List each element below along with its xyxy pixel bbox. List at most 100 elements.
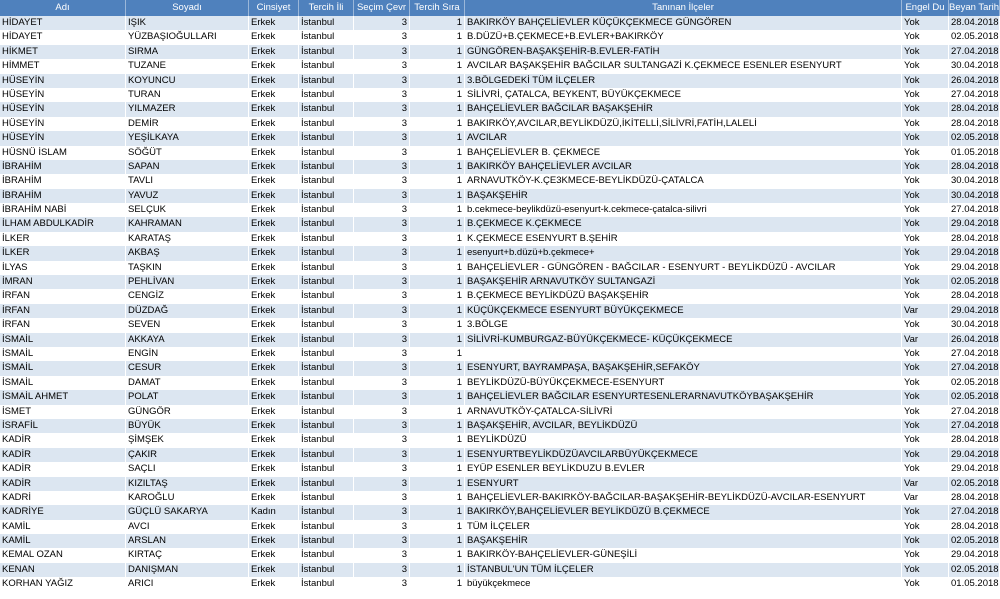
cell-taninan-ilceler[interactable]: GÜNGÖREN-BAŞAKŞEHİR-B.EVLER-FATİH	[465, 44, 902, 60]
cell-beyan-tarihi[interactable]: 27.04.2018	[949, 361, 1000, 376]
cell-secim-cevresi[interactable]: 3	[354, 433, 410, 448]
cell-cinsiyet[interactable]: Erkek	[249, 231, 299, 247]
cell-engel-durumu[interactable]: Yok	[902, 73, 949, 88]
header-soyadi[interactable]: Soyadı	[126, 0, 249, 16]
cell-soyadi[interactable]: GÜNGÖR	[126, 404, 249, 419]
cell-secim-cevresi[interactable]: 3	[354, 217, 410, 232]
cell-tercih-sirasi[interactable]: 1	[410, 505, 465, 520]
cell-tercih-ili[interactable]: İstanbul	[299, 332, 354, 347]
cell-beyan-tarihi[interactable]: 26.04.2018	[949, 73, 1000, 88]
cell-beyan-tarihi[interactable]: 27.04.2018	[949, 404, 1000, 419]
cell-secim-cevresi[interactable]: 3	[354, 188, 410, 204]
cell-engel-durumu[interactable]: Yok	[902, 404, 949, 419]
cell-tercih-sirasi[interactable]: 1	[410, 44, 465, 60]
cell-soyadi[interactable]: PEHLİVAN	[126, 275, 249, 290]
cell-tercih-sirasi[interactable]: 1	[410, 375, 465, 391]
cell-cinsiyet[interactable]: Erkek	[249, 145, 299, 160]
cell-taninan-ilceler[interactable]: İSTANBUL'UN TÜM İLÇELER	[465, 562, 902, 578]
cell-adi[interactable]: HÜSEYİN	[0, 131, 126, 146]
cell-beyan-tarihi[interactable]: 29.04.2018	[949, 260, 1000, 276]
cell-adi[interactable]: HÜSEYİN	[0, 73, 126, 88]
cell-secim-cevresi[interactable]: 3	[354, 332, 410, 347]
cell-beyan-tarihi[interactable]: 28.04.2018	[949, 231, 1000, 247]
cell-beyan-tarihi[interactable]: 01.05.2018	[949, 577, 1000, 592]
cell-soyadi[interactable]: TURAN	[126, 87, 249, 103]
cell-engel-durumu[interactable]: Yok	[902, 375, 949, 391]
cell-tercih-ili[interactable]: İstanbul	[299, 145, 354, 160]
cell-secim-cevresi[interactable]: 3	[354, 418, 410, 434]
cell-tercih-ili[interactable]: İstanbul	[299, 318, 354, 333]
cell-adi[interactable]: KADRİ	[0, 490, 126, 506]
header-taninan-ilceler[interactable]: Tanınan İlçeler	[465, 0, 902, 16]
cell-secim-cevresi[interactable]: 3	[354, 260, 410, 276]
cell-cinsiyet[interactable]: Erkek	[249, 131, 299, 146]
cell-cinsiyet[interactable]: Erkek	[249, 289, 299, 304]
cell-soyadi[interactable]: SÖĞÜT	[126, 145, 249, 160]
cell-engel-durumu[interactable]: Yok	[902, 318, 949, 333]
cell-beyan-tarihi[interactable]: 29.04.2018	[949, 303, 1000, 319]
cell-cinsiyet[interactable]: Erkek	[249, 519, 299, 535]
cell-adi[interactable]: HÜSEYİN	[0, 102, 126, 117]
cell-tercih-ili[interactable]: İstanbul	[299, 159, 354, 175]
cell-tercih-ili[interactable]: İstanbul	[299, 16, 354, 31]
cell-tercih-sirasi[interactable]: 1	[410, 490, 465, 506]
cell-cinsiyet[interactable]: Erkek	[249, 246, 299, 261]
cell-engel-durumu[interactable]: Yok	[902, 59, 949, 74]
cell-soyadi[interactable]: POLAT	[126, 390, 249, 405]
cell-tercih-ili[interactable]: İstanbul	[299, 505, 354, 520]
cell-adi[interactable]: İMRAN	[0, 275, 126, 290]
cell-engel-durumu[interactable]: Yok	[902, 534, 949, 549]
cell-engel-durumu[interactable]: Yok	[902, 462, 949, 477]
cell-secim-cevresi[interactable]: 3	[354, 231, 410, 247]
cell-secim-cevresi[interactable]: 3	[354, 548, 410, 563]
cell-tercih-ili[interactable]: İstanbul	[299, 433, 354, 448]
cell-tercih-ili[interactable]: İstanbul	[299, 361, 354, 376]
cell-beyan-tarihi[interactable]: 26.04.2018	[949, 332, 1000, 347]
cell-engel-durumu[interactable]: Var	[902, 303, 949, 319]
cell-cinsiyet[interactable]: Erkek	[249, 404, 299, 419]
cell-engel-durumu[interactable]: Yok	[902, 217, 949, 232]
cell-tercih-sirasi[interactable]: 1	[410, 476, 465, 491]
cell-soyadi[interactable]: AKBAŞ	[126, 246, 249, 261]
cell-soyadi[interactable]: CESUR	[126, 361, 249, 376]
cell-soyadi[interactable]: AVCI	[126, 519, 249, 535]
cell-engel-durumu[interactable]: Var	[902, 332, 949, 347]
cell-tercih-ili[interactable]: İstanbul	[299, 375, 354, 391]
cell-tercih-ili[interactable]: İstanbul	[299, 490, 354, 506]
cell-soyadi[interactable]: KIRTAÇ	[126, 548, 249, 563]
cell-secim-cevresi[interactable]: 3	[354, 102, 410, 117]
cell-adi[interactable]: İLHAM ABDULKADİR	[0, 217, 126, 232]
cell-adi[interactable]: İSMAİL	[0, 332, 126, 347]
cell-tercih-ili[interactable]: İstanbul	[299, 116, 354, 132]
cell-secim-cevresi[interactable]: 3	[354, 447, 410, 463]
cell-secim-cevresi[interactable]: 3	[354, 131, 410, 146]
cell-secim-cevresi[interactable]: 3	[354, 375, 410, 391]
cell-secim-cevresi[interactable]: 3	[354, 490, 410, 506]
cell-beyan-tarihi[interactable]: 29.04.2018	[949, 246, 1000, 261]
cell-adi[interactable]: İBRAHİM NABİ	[0, 203, 126, 218]
cell-soyadi[interactable]: IŞIK	[126, 16, 249, 31]
cell-cinsiyet[interactable]: Erkek	[249, 390, 299, 405]
cell-soyadi[interactable]: ŞİMŞEK	[126, 433, 249, 448]
cell-soyadi[interactable]: TUZANE	[126, 59, 249, 74]
header-adi[interactable]: Adı	[0, 0, 126, 16]
cell-secim-cevresi[interactable]: 3	[354, 390, 410, 405]
cell-tercih-sirasi[interactable]: 1	[410, 16, 465, 31]
cell-tercih-ili[interactable]: İstanbul	[299, 548, 354, 563]
cell-beyan-tarihi[interactable]: 29.04.2018	[949, 217, 1000, 232]
cell-engel-durumu[interactable]: Yok	[902, 131, 949, 146]
cell-cinsiyet[interactable]: Erkek	[249, 30, 299, 45]
cell-taninan-ilceler[interactable]: SİLİVRİ-KUMBURGAZ-BÜYÜKÇEKMECE- KÜÇÜKÇEK…	[465, 332, 902, 347]
cell-engel-durumu[interactable]: Yok	[902, 275, 949, 290]
cell-soyadi[interactable]: ÇAKIR	[126, 447, 249, 463]
cell-engel-durumu[interactable]: Yok	[902, 519, 949, 535]
cell-secim-cevresi[interactable]: 3	[354, 87, 410, 103]
cell-beyan-tarihi[interactable]: 29.04.2018	[949, 462, 1000, 477]
cell-tercih-sirasi[interactable]: 1	[410, 289, 465, 304]
cell-taninan-ilceler[interactable]: ESENYURT, BAYRAMPAŞA, BAŞAKŞEHİR,SEFAKÖY	[465, 361, 902, 376]
cell-secim-cevresi[interactable]: 3	[354, 116, 410, 132]
cell-taninan-ilceler[interactable]: ESENYURTBEYLİKDÜZÜAVCILARBÜYÜKÇEKMECE	[465, 447, 902, 463]
cell-tercih-ili[interactable]: İstanbul	[299, 303, 354, 319]
cell-adi[interactable]: HİDAYET	[0, 16, 126, 31]
cell-taninan-ilceler[interactable]: AVCILAR	[465, 131, 902, 146]
